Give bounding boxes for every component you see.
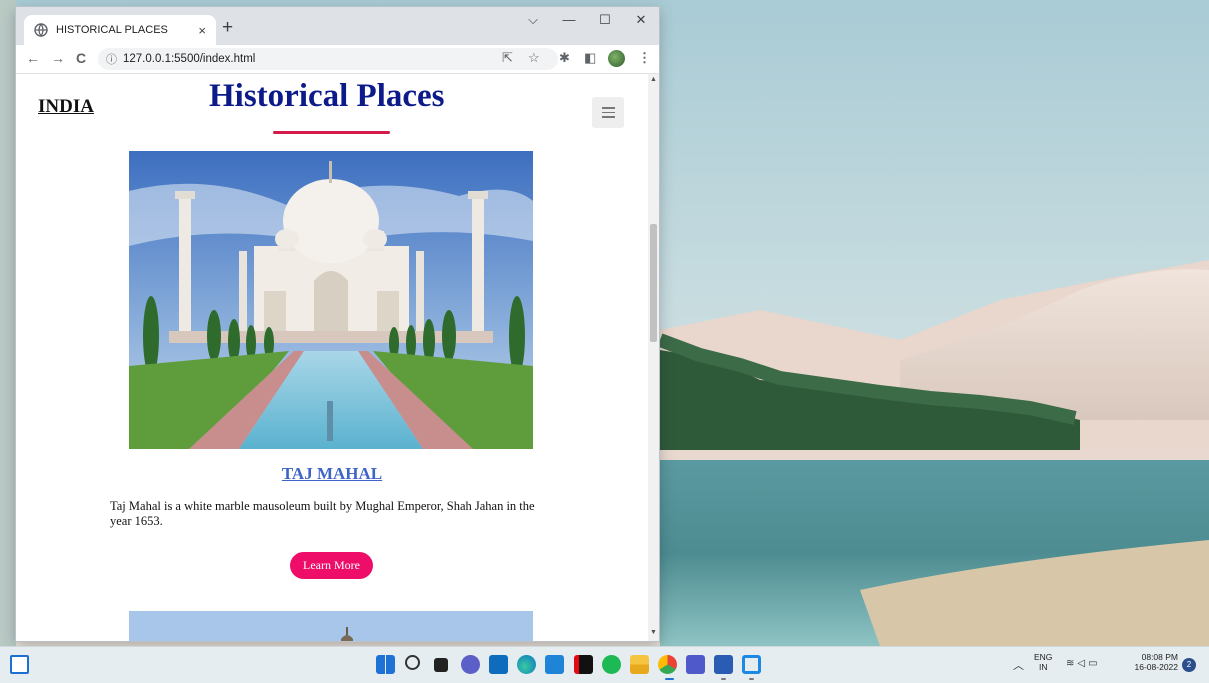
address-bar-row: ← → C ⓘ 127.0.0.1:5500/index.html ⇱ ☆ ✱ … xyxy=(16,45,659,74)
learn-more-button[interactable]: Learn More xyxy=(290,552,373,579)
share-icon[interactable]: ⇱ xyxy=(502,50,513,66)
task-view-icon[interactable] xyxy=(434,658,448,672)
store-icon[interactable] xyxy=(545,655,564,674)
chevron-up-icon[interactable]: ︿ xyxy=(1013,657,1024,673)
title-underline xyxy=(273,131,390,134)
wifi-icon[interactable]: ≋ xyxy=(1066,658,1077,669)
hamburger-menu-button[interactable] xyxy=(592,97,624,128)
minimize-button[interactable]: — xyxy=(554,11,584,29)
taj-mahal-image xyxy=(129,151,533,449)
language-indicator[interactable]: ENG IN xyxy=(1034,652,1052,672)
url-text: 127.0.0.1:5500/index.html xyxy=(123,53,256,65)
maximize-button[interactable]: ☐ xyxy=(590,11,620,29)
back-button[interactable]: ← xyxy=(26,50,40,66)
vscode-icon[interactable] xyxy=(742,655,761,674)
scroll-down-icon[interactable]: ▼ xyxy=(648,629,659,636)
page-viewport: INDIA Historical Places TAJ MAHAL Taj Ma… xyxy=(16,74,659,641)
sidepanel-icon[interactable]: ◧ xyxy=(584,50,596,66)
site-brand[interactable]: INDIA xyxy=(38,96,94,118)
clock[interactable]: 08:08 PM 16-08-2022 xyxy=(1128,652,1178,672)
profile-avatar[interactable] xyxy=(608,50,625,67)
system-tray-icons[interactable]: ≋◁▭ xyxy=(1066,658,1101,669)
site-info-icon[interactable]: ⓘ xyxy=(106,51,117,67)
tab-strip: HISTORICAL PLACES × + ⌵ — ☐ ✕ xyxy=(16,7,659,45)
page-title: Historical Places xyxy=(209,78,445,114)
tab-search-icon[interactable]: ⌵ xyxy=(518,11,548,29)
file-explorer-icon[interactable] xyxy=(630,655,649,674)
star-icon[interactable]: ☆ xyxy=(528,50,540,66)
tab-title: HISTORICAL PLACES xyxy=(56,24,168,36)
chat-icon[interactable] xyxy=(461,655,480,674)
word-icon[interactable] xyxy=(714,655,733,674)
start-icon[interactable] xyxy=(376,655,395,674)
extensions-icon[interactable]: ✱ xyxy=(559,50,570,66)
close-tab-icon[interactable]: × xyxy=(198,23,206,38)
globe-icon xyxy=(34,23,48,37)
vertical-scrollbar[interactable]: ▲ ▼ xyxy=(648,74,659,641)
tab-historical-places[interactable]: HISTORICAL PLACES × xyxy=(24,15,216,45)
menu-dots-icon[interactable]: ⋮ xyxy=(638,50,651,66)
mail-icon[interactable] xyxy=(489,655,508,674)
taskbar: ︿ ENG IN ≋◁▭ 08:08 PM 16-08-2022 2 xyxy=(0,646,1209,683)
forward-button[interactable]: → xyxy=(51,50,65,66)
card-title-link[interactable]: TAJ MAHAL xyxy=(16,464,648,484)
reload-button[interactable]: C xyxy=(76,50,86,66)
volume-icon[interactable]: ◁ xyxy=(1077,658,1088,669)
widgets-icon[interactable] xyxy=(10,655,29,674)
chrome-icon[interactable] xyxy=(658,655,677,674)
url-bar[interactable]: ⓘ 127.0.0.1:5500/index.html xyxy=(98,48,558,70)
scroll-up-icon[interactable]: ▲ xyxy=(648,76,659,83)
new-tab-button[interactable]: + xyxy=(222,18,233,38)
edge-icon[interactable] xyxy=(517,655,536,674)
spotify-icon[interactable] xyxy=(602,655,621,674)
next-card-image xyxy=(129,611,533,641)
teams-icon[interactable] xyxy=(686,655,705,674)
notification-badge[interactable]: 2 xyxy=(1182,658,1196,672)
browser-window: HISTORICAL PLACES × + ⌵ — ☐ ✕ ← → C ⓘ 12… xyxy=(16,7,659,641)
search-icon[interactable] xyxy=(405,655,420,670)
netflix-icon[interactable] xyxy=(574,655,593,674)
battery-icon[interactable]: ▭ xyxy=(1088,658,1100,669)
close-window-button[interactable]: ✕ xyxy=(626,11,656,29)
card-description: Taj Mahal is a white marble mausoleum bu… xyxy=(110,499,535,528)
scroll-thumb[interactable] xyxy=(650,224,657,342)
